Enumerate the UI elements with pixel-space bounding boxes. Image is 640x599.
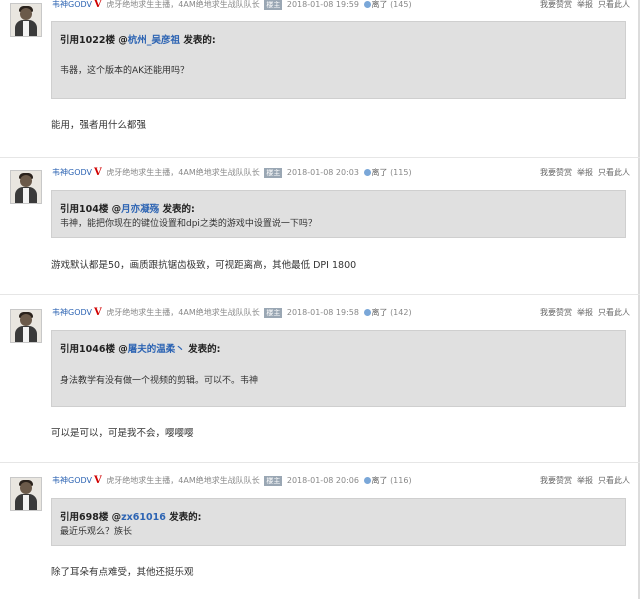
- quote-block: 引用104楼 @月亦凝殇 发表的: 韦神，能把你现在的键位设置和dpi之类的游戏…: [51, 190, 626, 238]
- quoted-user-link[interactable]: 月亦凝殇: [121, 204, 159, 215]
- quote-text: 韦神，能把你现在的键位设置和dpi之类的游戏中设置说一下吗？: [60, 219, 317, 229]
- quote-header: 引用698楼 @zx61016 发表的:: [60, 512, 202, 523]
- away-icon: [363, 169, 371, 176]
- post-meta: 韦神GODV V 虎牙绝地求生主播，4AM绝地求生战队队长 楼主 2018-01-…: [52, 306, 630, 320]
- reply-text: 能用，强者用什么都强: [51, 120, 147, 131]
- report-link[interactable]: 举报: [577, 476, 593, 485]
- quote-header: 引用1022楼 @杭州_吴彦祖 发表的:: [60, 35, 216, 46]
- away-label: 离了: [371, 308, 388, 317]
- away-label: 离了: [371, 476, 388, 485]
- post-timestamp: 2018-01-08 20:03: [286, 168, 359, 177]
- op-badge: 楼主: [264, 168, 283, 178]
- op-badge: 楼主: [264, 476, 283, 486]
- avatar[interactable]: [10, 170, 42, 204]
- only-this-user-link[interactable]: 只看此人: [598, 308, 630, 317]
- reply-text: 除了耳朵有点难受，其他还挺乐观: [51, 567, 194, 578]
- op-badge: 楼主: [264, 0, 283, 10]
- quote-block: 引用1046楼 @屠夫的温柔丶 发表的: 身法教学有没有做一个视频的剪辑。可以不…: [51, 330, 626, 407]
- quote-text: 韦器，这个版本的AK还能用吗？: [60, 66, 190, 76]
- away-count: (115): [390, 168, 412, 177]
- quote-text: 最近乐观么？族长: [60, 527, 133, 537]
- away-icon: [363, 309, 371, 316]
- quoted-user-link[interactable]: 杭州_吴彦祖: [128, 35, 180, 46]
- author-title: 虎牙绝地求生主播，4AM绝地求生战队队长: [106, 0, 260, 9]
- only-this-user-link[interactable]: 只看此人: [598, 0, 630, 9]
- verified-v-icon: V: [94, 307, 102, 318]
- post-timestamp: 2018-01-08 20:06: [286, 476, 359, 485]
- post-meta: 韦神GODV V 虎牙绝地求生主播，4AM绝地求生战队队长 楼主 2018-01-…: [52, 166, 630, 180]
- op-badge: 楼主: [264, 308, 283, 318]
- post-timestamp: 2018-01-08 19:59: [286, 0, 359, 9]
- author-title: 虎牙绝地求生主播，4AM绝地求生战队队长: [106, 308, 260, 317]
- quote-block: 引用1022楼 @杭州_吴彦祖 发表的: 韦器，这个版本的AK还能用吗？: [51, 21, 626, 99]
- author-title: 虎牙绝地求生主播，4AM绝地求生战队队长: [106, 476, 260, 485]
- away-icon: [363, 1, 371, 8]
- author-link[interactable]: 韦神GODV: [52, 0, 92, 9]
- away-count: (116): [390, 476, 412, 485]
- report-link[interactable]: 举报: [577, 0, 593, 9]
- quote-header: 引用104楼 @月亦凝殇 发表的:: [60, 204, 195, 215]
- reward-link[interactable]: 我要赞赏: [540, 476, 572, 485]
- avatar[interactable]: [10, 477, 42, 511]
- away-count: (145): [390, 0, 412, 9]
- verified-v-icon: V: [94, 475, 102, 486]
- quote-text: 身法教学有没有做一个视频的剪辑。可以不。韦神: [60, 376, 259, 386]
- author-title: 虎牙绝地求生主播，4AM绝地求生战队队长: [106, 168, 260, 177]
- reward-link[interactable]: 我要赞赏: [540, 168, 572, 177]
- away-label: 离了: [371, 0, 388, 9]
- reply-text: 可以是可以，可是我不会，嘤嘤嘤: [51, 428, 194, 439]
- post-timestamp: 2018-01-08 19:58: [286, 308, 359, 317]
- reply-text: 游戏默认都是50，画质跟抗锯齿极致，可视距离高，其他最低 DPI 1800: [51, 260, 357, 271]
- post-divider: [0, 462, 640, 463]
- quote-block: 引用698楼 @zx61016 发表的: 最近乐观么？族长: [51, 498, 626, 546]
- away-label: 离了: [371, 168, 388, 177]
- reward-link[interactable]: 我要赞赏: [540, 0, 572, 9]
- author-link[interactable]: 韦神GODV: [52, 476, 92, 485]
- quoted-user-link[interactable]: zx61016: [121, 512, 166, 523]
- post-divider: [0, 294, 640, 295]
- avatar[interactable]: [10, 309, 42, 343]
- away-count: (142): [390, 308, 412, 317]
- quoted-user-link[interactable]: 屠夫的温柔丶: [128, 344, 185, 355]
- quote-header: 引用1046楼 @屠夫的温柔丶 发表的:: [60, 344, 221, 355]
- away-icon: [363, 477, 371, 484]
- only-this-user-link[interactable]: 只看此人: [598, 476, 630, 485]
- author-link[interactable]: 韦神GODV: [52, 168, 92, 177]
- post-meta: 韦神GODV V 虎牙绝地求生主播，4AM绝地求生战队队长 楼主 2018-01-…: [52, 474, 630, 488]
- report-link[interactable]: 举报: [577, 168, 593, 177]
- post-divider: [0, 157, 640, 158]
- avatar[interactable]: [10, 3, 42, 37]
- verified-v-icon: V: [94, 0, 102, 10]
- report-link[interactable]: 举报: [577, 308, 593, 317]
- verified-v-icon: V: [94, 167, 102, 178]
- post-meta: 韦神GODV V 虎牙绝地求生主播，4AM绝地求生战队队长 楼主 2018-01-…: [52, 0, 630, 12]
- reward-link[interactable]: 我要赞赏: [540, 308, 572, 317]
- author-link[interactable]: 韦神GODV: [52, 308, 92, 317]
- only-this-user-link[interactable]: 只看此人: [598, 168, 630, 177]
